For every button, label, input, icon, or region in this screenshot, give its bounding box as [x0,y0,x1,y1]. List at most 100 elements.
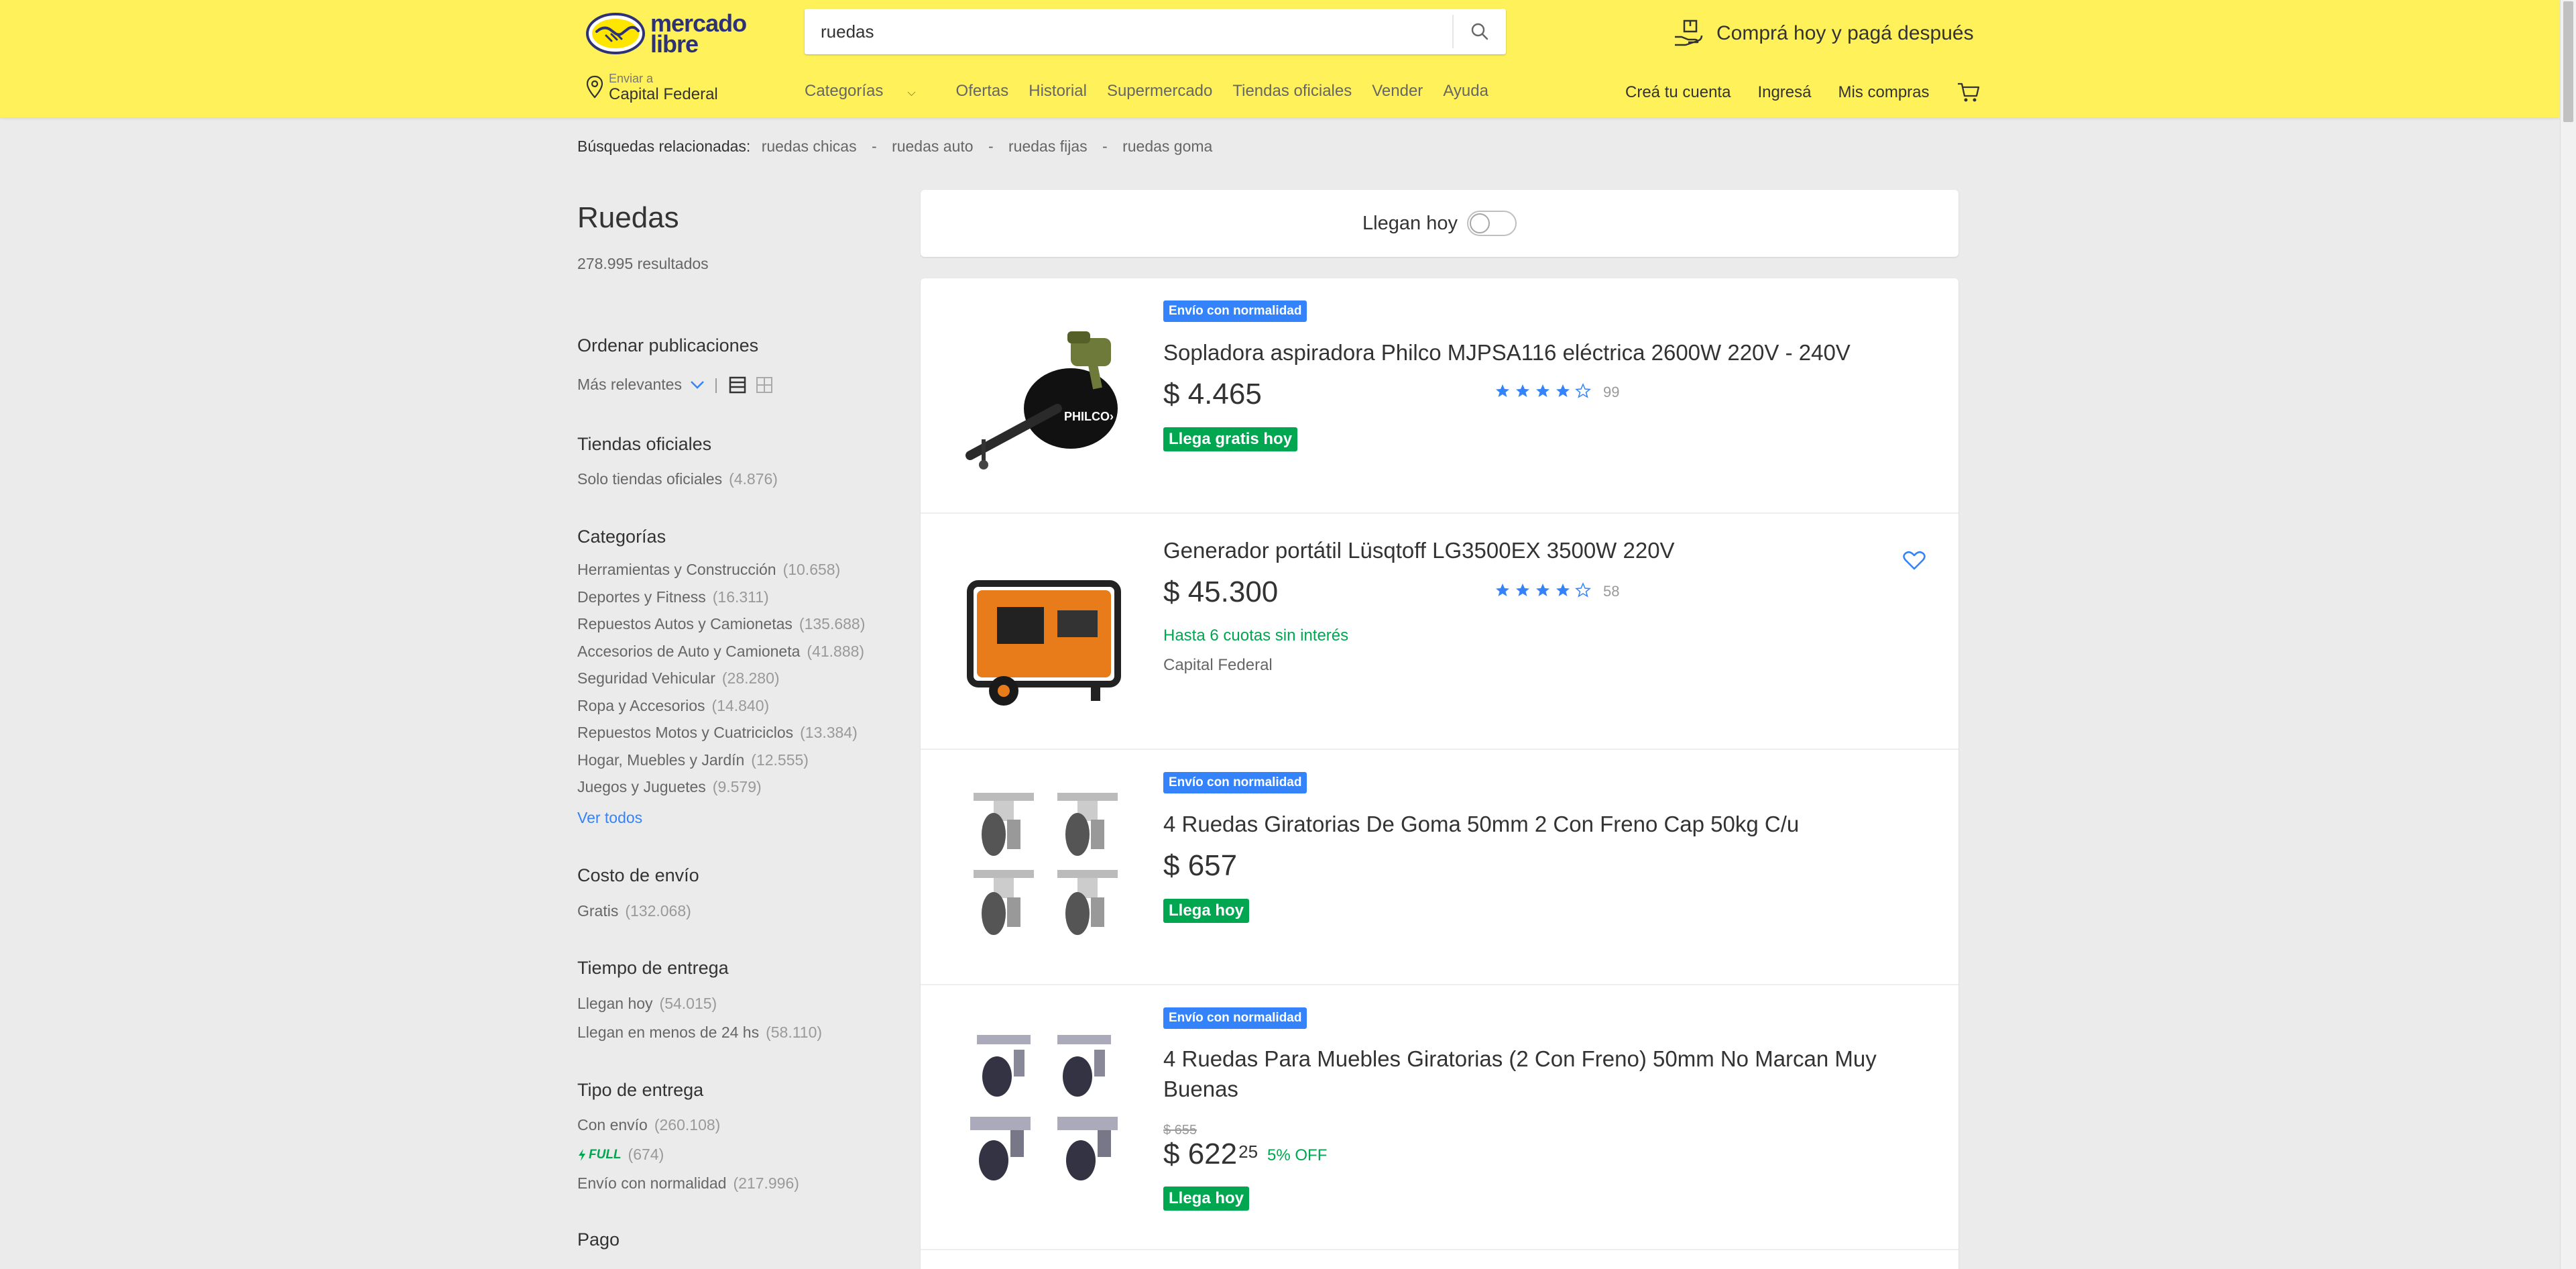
separator: - [1102,137,1108,155]
login-link[interactable]: Ingresá [1757,83,1811,102]
product-title[interactable]: Sopladora aspiradora Philco MJPSA116 elé… [1163,337,1908,368]
heart-favorite-icon[interactable] [1903,551,1926,571]
arrives-today-toggle-box: Llegan hoy [921,190,1958,257]
filters-sidebar: Ruedas 278.995 resultados Ordenar public… [577,201,899,1269]
delivery-time-heading: Tiempo de entrega [577,958,729,978]
category-item[interactable]: Deportes y Fitness (16.311) [577,588,769,606]
product-card[interactable]: Generador portátil Lüsqtoff LG3500EX 350… [921,514,1958,750]
product-card[interactable]: Envío con normalidad 4 Ruedas Para Muebl… [921,985,1958,1250]
filter-option[interactable]: Envío con normalidad (217.996) [577,1174,799,1193]
related-link[interactable]: ruedas goma [1122,137,1212,155]
sort-value: Más relevantes [577,376,682,393]
filter-option[interactable]: Con envío (260.108) [577,1116,720,1134]
category-item[interactable]: Juegos y Juguetes (9.579) [577,778,762,796]
price-cents: 25 [1238,1142,1258,1162]
filter-count: (58.110) [766,1024,823,1041]
page-scrollbar[interactable] [2560,0,2576,1269]
create-account-link[interactable]: Creá tu cuenta [1625,83,1731,102]
related-link[interactable]: ruedas chicas [762,137,857,155]
sort-heading: Ordenar publicaciones [577,335,759,355]
product-title[interactable]: 4 Ruedas Giratorias De Goma 50mm 2 Con F… [1163,809,1908,839]
product-image[interactable] [957,1023,1134,1200]
related-link[interactable]: ruedas fijas [1008,137,1088,155]
product-card[interactable]: Envío con normalidad 4 Ruedas Giratorias… [921,750,1958,985]
filter-count: (9.579) [712,778,762,795]
search-button[interactable] [1454,9,1506,54]
chevron-down-icon: ⌵ [907,87,916,99]
filter-label: Con envío [577,1116,648,1134]
filter-count: (132.068) [625,902,691,920]
separator: - [872,137,877,155]
see-all-link[interactable]: Ver todos [577,809,642,827]
filter-label: Gratis [577,902,619,920]
category-item[interactable]: Accesorios de Auto y Camioneta (41.888) [577,643,864,661]
category-item[interactable]: Ropa y Accesorios (14.840) [577,697,769,715]
filter-count: (674) [628,1146,664,1163]
filter-count: (12.555) [751,751,809,769]
filter-count: (10.658) [782,561,841,578]
rating-stars: 58 [1495,582,1619,601]
mercadolibre-logo[interactable]: mercado libre [586,10,747,57]
search-icon [1471,23,1488,40]
filter-label: Hogar, Muebles y Jardín [577,751,745,769]
scrollbar-thumb[interactable] [2563,1,2573,122]
filter-count: (28.280) [721,669,780,687]
filter-label: Llegan en menos de 24 hs [577,1024,760,1041]
star-icons [1496,582,1591,598]
filter-count: (4.876) [729,470,778,488]
product-price: $ 62225 5% OFF [1163,1138,1327,1171]
arrives-today-switch[interactable] [1466,211,1517,236]
category-item[interactable]: Herramientas y Construcción (10.658) [577,561,840,579]
filter-option[interactable]: Gratis (132.068) [577,902,691,920]
promo-banner[interactable]: Comprá hoy y pagá después [1672,17,1974,50]
sort-dropdown[interactable]: Más relevantes | [577,376,773,394]
nav-ofertas[interactable]: Ofertas [956,82,1009,101]
category-item[interactable]: Hogar, Muebles y Jardín (12.555) [577,751,809,769]
shipping-normal-badge: Envío con normalidad [1163,772,1307,793]
lightning-icon [579,1148,585,1161]
filter-option[interactable]: Llegan hoy (54.015) [577,995,717,1013]
cart-icon[interactable] [1956,82,1981,103]
nav-historial[interactable]: Historial [1029,82,1087,101]
filter-count: (13.384) [800,724,858,741]
product-title[interactable]: 4 Ruedas Para Muebles Giratorias (2 Con … [1163,1044,1908,1104]
promo-text: Comprá hoy y pagá después [1716,22,1974,44]
filter-label: Envío con normalidad [577,1174,727,1192]
nav-tiendas-oficiales[interactable]: Tiendas oficiales [1232,82,1352,101]
category-item[interactable]: Repuestos Autos y Camionetas (135.688) [577,615,865,633]
product-image[interactable] [957,779,1134,956]
nav-ayuda[interactable]: Ayuda [1443,82,1488,101]
shipping-location[interactable]: Enviar a Capital Federal [586,70,718,105]
results-list: PHILCO› Envío con normalidad Sopladora a… [921,278,1958,1269]
list-view-icon[interactable] [729,376,746,394]
nav-categorias[interactable]: Categorías ⌵ [805,82,936,101]
search-input[interactable] [805,9,1452,54]
product-image[interactable] [957,543,1134,720]
product-card[interactable]: PHILCO› Envío con normalidad Sopladora a… [921,278,1958,514]
location-label: Enviar a [609,71,654,85]
category-item[interactable]: Repuestos Motos y Cuatriciclos (13.384) [577,724,858,742]
filter-label: Solo tiendas oficiales [577,470,723,488]
seller-location: Capital Federal [1163,656,1273,674]
star-icons [1496,383,1591,398]
filter-option[interactable]: Llegan en menos de 24 hs (58.110) [577,1024,822,1042]
product-image[interactable]: PHILCO› [957,308,1134,485]
discount-label: 5% OFF [1267,1146,1328,1165]
nav-vender[interactable]: Vender [1372,82,1423,101]
related-link[interactable]: ruedas auto [892,137,973,155]
grid-view-icon[interactable] [756,376,773,394]
nav-label: Categorías [805,82,884,100]
arrives-today-badge: Llega hoy [1163,1187,1250,1211]
results-count: 278.995 resultados [577,255,709,272]
my-purchases-link[interactable]: Mis compras [1838,83,1930,102]
filter-option[interactable]: Solo tiendas oficiales (4.876) [577,470,778,488]
hand-package-icon [1675,19,1703,46]
category-item[interactable]: Seguridad Vehicular (28.280) [577,669,780,687]
nav-supermercado[interactable]: Supermercado [1107,82,1212,101]
filter-label: Repuestos Motos y Cuatriciclos [577,724,794,741]
product-title[interactable]: Generador portátil Lüsqtoff LG3500EX 350… [1163,535,1908,565]
filter-count: (260.108) [654,1116,721,1134]
handshake-logo-icon [586,13,645,54]
rating-stars: 99 [1495,383,1619,402]
filter-option-full[interactable]: FULL (674) [577,1146,664,1164]
